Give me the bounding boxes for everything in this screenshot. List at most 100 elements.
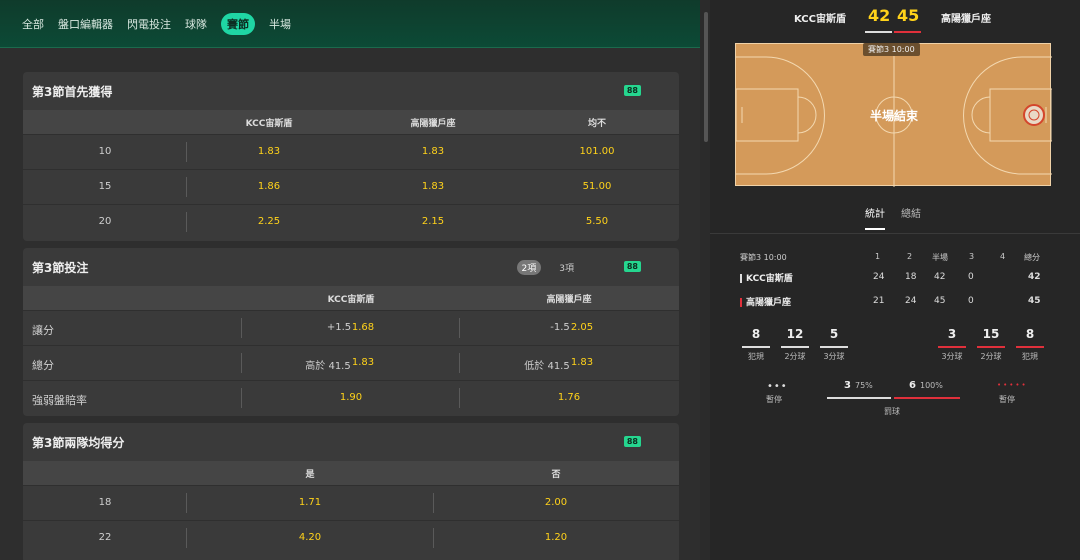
odds-button[interactable]: 2.00: [545, 497, 567, 508]
odds-button[interactable]: 2.25: [258, 216, 280, 227]
row-label: 20: [98, 216, 112, 227]
row-label: 18: [98, 497, 112, 508]
nav-tab-quarters[interactable]: 賽節: [221, 12, 255, 35]
odds-button[interactable]: 1.76: [558, 392, 580, 403]
nav-tab-all[interactable]: 全部: [22, 16, 44, 32]
subtab-2-items[interactable]: 2項: [516, 260, 542, 275]
stat-label: 2分球: [784, 352, 806, 361]
odds-button[interactable]: 1.68: [352, 322, 374, 333]
basketball-court: 半場結束: [735, 43, 1052, 187]
odds-button[interactable]: 1.20: [545, 532, 567, 543]
tab-stats[interactable]: 統計: [865, 205, 885, 230]
team-a-indicator: [865, 31, 892, 33]
stat-label: 3分球: [941, 352, 963, 361]
card-title: 第3節投注: [32, 260, 89, 275]
divider: [459, 353, 460, 373]
match-status: 半場結束: [869, 109, 918, 123]
divider: [186, 212, 187, 232]
card-title: 第3節兩隊均得分: [32, 435, 125, 450]
table-row: 強弱盤賠率 1.90 1.76: [23, 380, 679, 415]
divider: [710, 233, 1080, 234]
tab-summary[interactable]: 總結: [901, 205, 921, 230]
odds-button[interactable]: 1.86: [258, 181, 280, 192]
team-b-timeout-dots-icon: •••••: [997, 381, 1028, 389]
odds-button[interactable]: 4.20: [299, 532, 321, 543]
stat-underline: [1016, 346, 1044, 348]
odds-button[interactable]: 1.83: [258, 146, 280, 157]
odds-button[interactable]: 2.15: [422, 216, 444, 227]
scrollbar[interactable]: [704, 12, 708, 142]
odds-button[interactable]: 2.05: [571, 322, 593, 333]
odds-button[interactable]: 5.50: [586, 216, 608, 227]
line-value: 低於 41.5: [524, 361, 570, 372]
divider: [186, 493, 187, 513]
col-header: KCC宙斯盾: [327, 294, 375, 305]
row-label: 強弱盤賠率: [32, 394, 87, 407]
team-a-3pt: 5 3分球: [819, 327, 849, 362]
team-a-name: KCC宙斯盾: [794, 14, 846, 25]
divider: [241, 388, 242, 408]
stat-label: 犯規: [1022, 352, 1038, 361]
divider: [459, 388, 460, 408]
table-row: 22 4.20 1.20: [23, 520, 679, 555]
ft-b-percent: 100%: [920, 381, 943, 390]
stat-number: 8: [751, 327, 761, 341]
table-row: 總分 高於 41.5 1.83 低於 41.5 1.83: [23, 345, 679, 380]
row-label: 讓分: [32, 324, 54, 337]
team-name: 高陽獵戶座: [746, 298, 792, 308]
stat-underline: [938, 346, 966, 348]
row-label: 10: [98, 146, 112, 157]
timeout-label: 暫停: [999, 395, 1015, 404]
col-header: 是: [305, 469, 315, 480]
nav-tab-teams[interactable]: 球隊: [185, 16, 207, 32]
card-header[interactable]: 第3節首先獲得 88: [23, 72, 679, 110]
stat-number: 12: [786, 327, 804, 341]
odds-button[interactable]: 1.83: [352, 357, 374, 368]
subtab-3-items[interactable]: 3項: [559, 261, 574, 274]
stat-value: 0: [968, 296, 974, 306]
team-b-fouls: 8 犯規: [1015, 327, 1045, 362]
line-value: -1.5: [550, 322, 570, 333]
period-label: 賽節3 10:00: [740, 253, 787, 262]
odds-button[interactable]: 1.71: [299, 497, 321, 508]
scoreboard: KCC宙斯盾 42 45 高陽獵戶座: [710, 0, 1080, 34]
col-header: 4: [1000, 252, 1006, 261]
nav-tab-flash-bet[interactable]: 閃電投注: [127, 16, 171, 32]
col-header: 總分: [1024, 253, 1040, 262]
team-a-fouls: 8 犯規: [741, 327, 771, 362]
market-badge: 88: [623, 261, 641, 272]
market-badge: 88: [623, 85, 641, 96]
team-b-2pt: 15 2分球: [976, 327, 1006, 362]
team-b-3pt: 3 3分球: [937, 327, 967, 362]
odds-button[interactable]: 1.83: [422, 146, 444, 157]
ft-a-count: 3: [844, 380, 851, 391]
row-label: 15: [98, 181, 112, 192]
market-card-first-score: 第3節首先獲得 88 KCC宙斯盾 高陽獵戶座 均不 10 1.83 1.83 …: [23, 72, 679, 241]
col-header: 2: [907, 252, 913, 261]
table-row: 20 2.25 2.15 5.50: [23, 204, 679, 239]
odds-button[interactable]: 1.83: [422, 181, 444, 192]
nav-tab-market-editor[interactable]: 盤口編輯器: [58, 16, 113, 32]
nav-tab-half[interactable]: 半場: [269, 16, 291, 32]
market-card-both-score: 第3節兩隊均得分 88 是 否 18 1.71 2.00 22 4.20 1.2…: [23, 423, 679, 560]
odds-button[interactable]: 1.83: [571, 357, 593, 368]
row-label: 總分: [32, 359, 54, 372]
card-title: 第3節首先獲得: [32, 84, 113, 99]
odds-button[interactable]: 1.90: [340, 392, 362, 403]
card-header[interactable]: 第3節投注 2項 3項 88: [23, 248, 679, 286]
stat-value: 45: [934, 296, 946, 306]
col-header: 1: [875, 252, 881, 261]
col-header: 半場: [932, 253, 948, 262]
market-card-quarter-bets: 第3節投注 2項 3項 88 KCC宙斯盾 高陽獵戶座 讓分 +1.5 1.68…: [23, 248, 679, 416]
ft-a-bar: [827, 397, 891, 399]
odds-button[interactable]: 101.00: [580, 146, 615, 157]
team-b-indicator: [894, 31, 921, 33]
divider: [241, 353, 242, 373]
card-header[interactable]: 第3節兩隊均得分 88: [23, 423, 679, 461]
table-row: 讓分 +1.5 1.68 -1.5 2.05: [23, 310, 679, 345]
stat-number: 15: [982, 327, 1000, 341]
team-a-timeout-dots-icon: •••: [767, 381, 788, 392]
odds-button[interactable]: 51.00: [583, 181, 612, 192]
table-header: KCC宙斯盾 高陽獵戶座: [23, 286, 679, 310]
ft-label: 罰球: [884, 407, 900, 416]
